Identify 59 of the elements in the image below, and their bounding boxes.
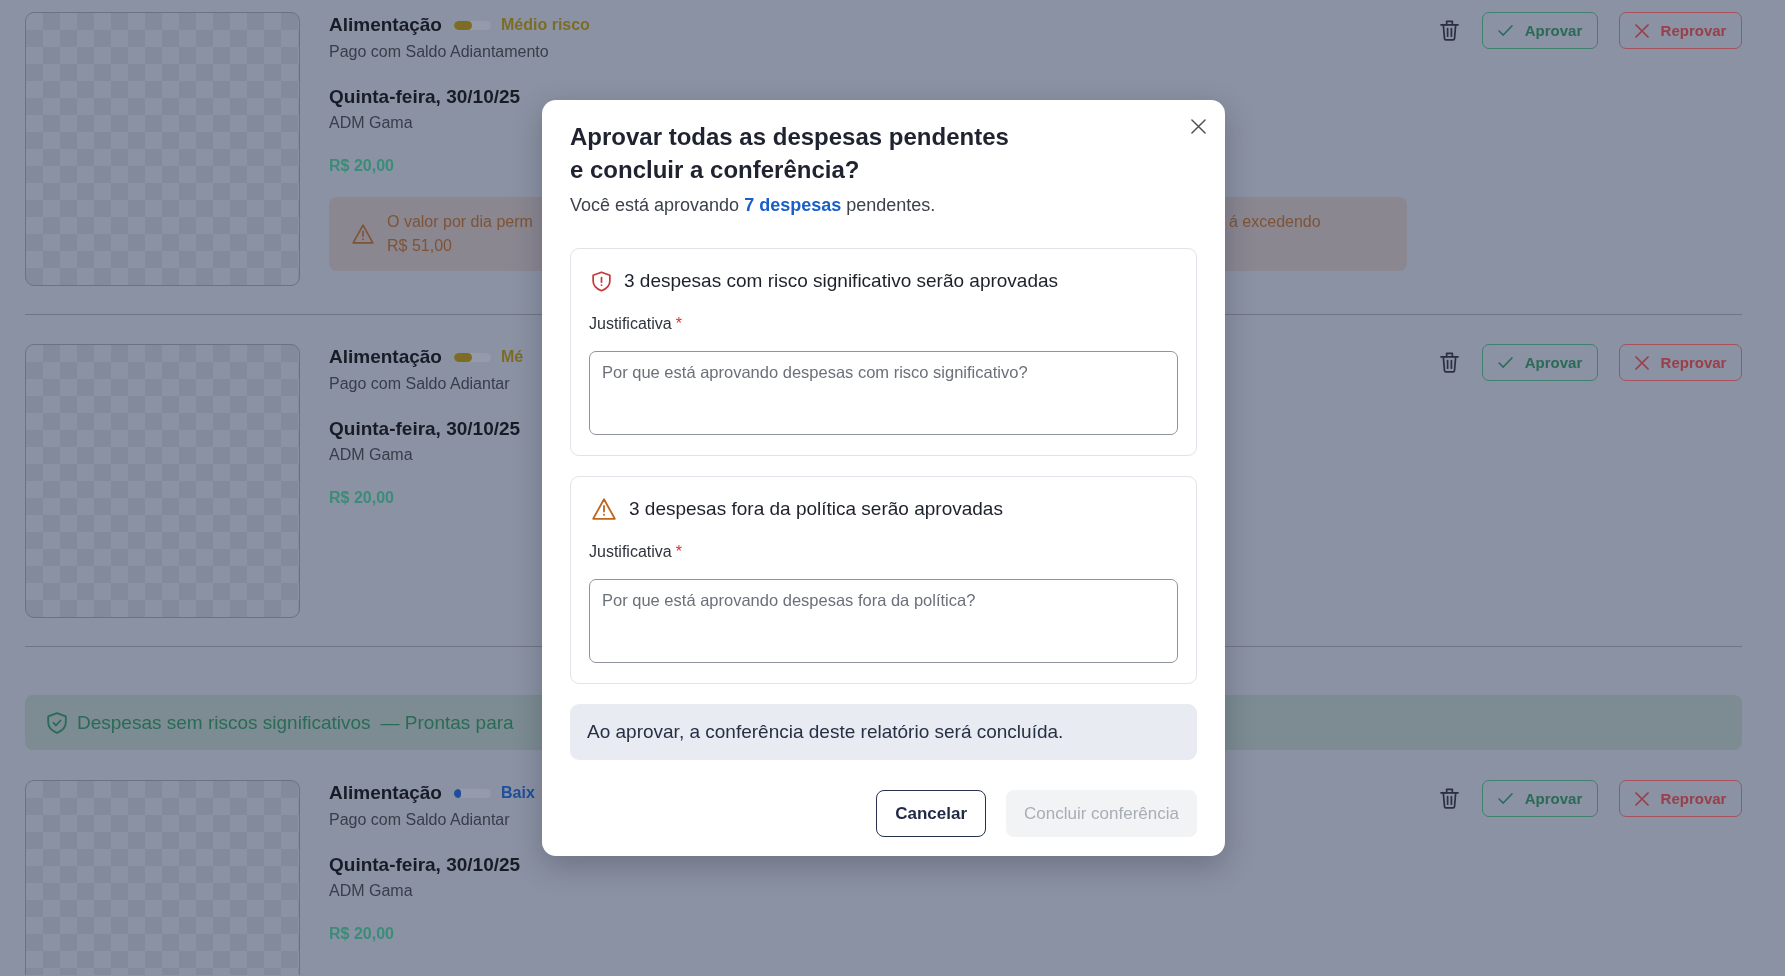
expense-category: Alimentação [329, 346, 442, 368]
expense-date: Quinta-feira, 30/10/25 [329, 417, 521, 441]
risk-label: Mé [501, 348, 524, 366]
expense-category: Alimentação [329, 782, 442, 804]
reject-button[interactable]: Reprovar [1619, 12, 1742, 49]
cross-icon [1634, 23, 1649, 38]
justification-field[interactable]: Por que está aprovando despesas com risco significativo? [589, 351, 1178, 435]
risk-label: Médio risco [501, 16, 590, 34]
approve-button[interactable]: Aprovar [1482, 344, 1598, 381]
submitter-name: ADM Gama [329, 881, 413, 901]
cross-icon [1634, 355, 1649, 370]
check-icon [1497, 357, 1513, 368]
expense-amount: R$ 20,00 [329, 156, 394, 176]
expense-date: Quinta-feira, 30/10/25 [329, 85, 521, 109]
trash-icon [1440, 20, 1459, 41]
section-heading: 3 despesas com risco significativo serão aprovadas [624, 269, 1059, 293]
required-mark: * [675, 315, 682, 332]
close-icon [1191, 119, 1206, 134]
close-button[interactable] [1191, 119, 1206, 134]
banner-title: Despesas sem riscos significativos [77, 711, 371, 734]
banner-subtitle: — Prontas para [380, 711, 514, 734]
shield-check-icon [47, 711, 67, 734]
approve-button[interactable]: Aprovar [1482, 12, 1598, 49]
dialog-summary: Você está aprovando 7 despesas pendentes. [570, 194, 937, 216]
warning-icon [592, 498, 616, 520]
expense-date: Quinta-feira, 30/10/25 [329, 853, 521, 877]
payment-method: Pago com Saldo Adiantar [329, 810, 510, 830]
submitter-name: ADM Gama [329, 445, 413, 465]
field-label: Justificativa [589, 543, 672, 560]
warning-icon [352, 224, 374, 244]
payment-method: Pago com Saldo Adiantamento [329, 42, 549, 62]
alert-text: á excedendo [1229, 212, 1321, 232]
dialog-button[interactable]: Cancelar [876, 790, 987, 837]
expense-category: Alimentação [329, 14, 442, 36]
required-mark: * [675, 543, 682, 560]
delete-button[interactable] [1440, 788, 1459, 809]
submitter-name: ADM Gama [329, 113, 413, 133]
expense-amount: R$ 20,00 [329, 488, 394, 508]
delete-button[interactable] [1440, 352, 1459, 373]
dialog-title: Aprovar todas as despesas pendentes e concluir a conferência? [570, 122, 1010, 185]
approve-button[interactable]: Aprovar [1482, 780, 1598, 817]
alert-amount: R$ 51,00 [387, 236, 452, 256]
info-notice: Ao aprovar, a conferência deste relatório será concluída. [570, 704, 1197, 760]
check-icon [1497, 25, 1513, 36]
risk-label: Baix [501, 784, 535, 802]
payment-method: Pago com Saldo Adiantar [329, 374, 510, 394]
delete-button[interactable] [1440, 20, 1459, 41]
trash-icon [1440, 352, 1459, 373]
check-icon [1497, 793, 1513, 804]
reject-button[interactable]: Reprovar [1619, 780, 1742, 817]
justification-field[interactable]: Por que está aprovando despesas fora da política? [589, 579, 1178, 663]
cross-icon [1634, 791, 1649, 806]
section-heading: 3 despesas fora da política serão aprovadas [629, 497, 1003, 521]
expense-amount: R$ 20,00 [329, 924, 394, 944]
field-label: Justificativa [589, 315, 672, 332]
trash-icon [1440, 788, 1459, 809]
alert-text: O valor por dia perm [387, 212, 533, 232]
shield-alert-icon [592, 270, 611, 292]
reject-button[interactable]: Reprovar [1619, 344, 1742, 381]
